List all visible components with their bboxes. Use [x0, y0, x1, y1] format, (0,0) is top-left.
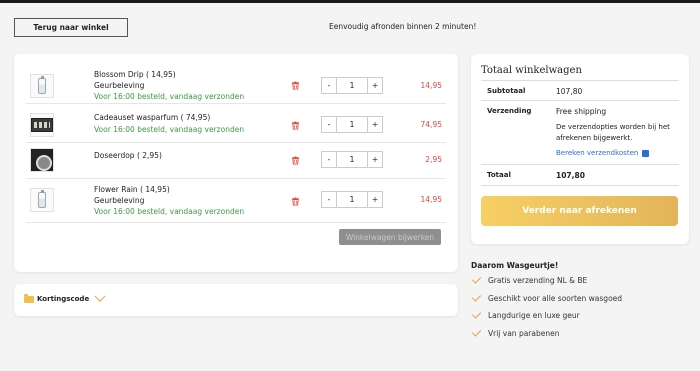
product-name[interactable]: Doseerdop ( 2,95) — [94, 151, 162, 160]
coupon-label: Kortingscode — [37, 295, 90, 303]
trash-icon[interactable] — [291, 156, 300, 165]
divider — [481, 80, 679, 81]
gift-set-icon — [31, 118, 53, 132]
qty-decrease-button[interactable]: - — [322, 152, 337, 167]
product-name[interactable]: Flower Rain ( 14,95) — [94, 185, 170, 194]
cart-item-row: Flower Rain ( 14,95) Geurbeleving Voor 1… — [26, 179, 446, 223]
shipping-notice: Voor 16:00 besteld, vandaag verzonden — [94, 207, 245, 216]
coupon-toggle[interactable]: Kortingscode — [24, 290, 106, 303]
benefits-title: Daarom Wasgeurtje! — [471, 261, 559, 270]
trash-icon[interactable] — [291, 121, 300, 130]
trash-icon[interactable] — [291, 81, 300, 90]
product-variant: Geurbeleving — [94, 196, 145, 205]
shipping-notice: Voor 16:00 besteld, vandaag verzonden — [94, 125, 245, 134]
shipping-label: Verzending — [487, 107, 532, 115]
benefit-text: Vrij van parabenen — [488, 329, 560, 338]
line-price: 74,95 — [420, 120, 442, 129]
checkout-button[interactable]: Verder naar afrekenen — [481, 196, 678, 226]
coupon-panel: Kortingscode — [14, 284, 458, 316]
benefit-item: Vrij van parabenen — [471, 327, 560, 338]
check-icon — [471, 274, 482, 284]
chevron-down-icon — [94, 290, 106, 302]
qty-increase-button[interactable]: + — [367, 152, 382, 167]
quantity-stepper: - 1 + — [321, 191, 383, 208]
qty-increase-button[interactable]: + — [367, 117, 382, 132]
totals-title: Totaal winkelwagen — [481, 65, 582, 76]
cart-item-row: Blossom Drip ( 14,95) Geurbeleving Voor … — [26, 68, 446, 104]
line-price: 2,95 — [425, 155, 442, 164]
qty-value[interactable]: 1 — [337, 78, 367, 93]
subtotal-label: Subtotaal — [487, 87, 526, 95]
product-variant: Geurbeleving — [94, 81, 145, 90]
book-icon — [642, 149, 650, 157]
update-cart-button[interactable]: Winkelwagen bijwerken — [339, 229, 441, 245]
qty-value[interactable]: 1 — [337, 152, 367, 167]
benefit-text: Langdurige en luxe geur — [488, 311, 580, 320]
product-thumbnail[interactable] — [30, 148, 54, 172]
divider — [481, 185, 679, 186]
trash-icon[interactable] — [291, 197, 300, 206]
calculate-shipping-label: Bereken verzendkosten — [556, 149, 639, 157]
product-thumbnail[interactable] — [30, 113, 54, 137]
quantity-stepper: - 1 + — [321, 151, 383, 168]
product-name[interactable]: Cadeauset wasparfum ( 74,95) — [94, 113, 210, 122]
check-icon — [471, 309, 482, 319]
qty-increase-button[interactable]: + — [367, 192, 382, 207]
cart-totals-panel: Totaal winkelwagen Subtotaal 107,80 Verz… — [471, 54, 689, 244]
shipping-value: Free shipping — [556, 107, 607, 116]
shipping-notice: Voor 16:00 besteld, vandaag verzonden — [94, 92, 245, 101]
benefit-text: Gratis verzending NL & BE — [488, 276, 588, 285]
subtotal-value: 107,80 — [556, 87, 583, 96]
cart-item-row: Doseerdop ( 2,95) - 1 + 2,95 — [26, 143, 446, 179]
benefit-item: Geschikt voor alle soorten wasgoed — [471, 292, 623, 303]
qty-decrease-button[interactable]: - — [322, 117, 337, 132]
divider — [481, 100, 679, 101]
qty-decrease-button[interactable]: - — [322, 78, 337, 93]
shipping-note: De verzendopties worden bij het afrekene… — [556, 123, 670, 142]
back-to-shop-button[interactable]: Terug naar winkel — [14, 18, 128, 37]
qty-value[interactable]: 1 — [337, 117, 367, 132]
line-price: 14,95 — [420, 81, 442, 90]
quantity-stepper: - 1 + — [321, 116, 383, 133]
folder-icon — [24, 293, 34, 303]
benefit-item: Langdurige en luxe geur — [471, 309, 580, 320]
check-icon — [471, 292, 482, 302]
cart-panel: Blossom Drip ( 14,95) Geurbeleving Voor … — [14, 54, 458, 272]
checkout-tagline: Eenvoudig afronden binnen 2 minuten! — [329, 22, 477, 31]
benefit-item: Gratis verzending NL & BE — [471, 274, 588, 285]
calculate-shipping-link[interactable]: Bereken verzendkosten — [556, 149, 650, 157]
top-bar — [0, 0, 700, 3]
perfume-bottle-icon — [38, 76, 46, 94]
total-value: 107,80 — [556, 171, 585, 180]
check-icon — [471, 327, 482, 337]
qty-decrease-button[interactable]: - — [322, 192, 337, 207]
perfume-bottle-icon — [38, 190, 46, 208]
qty-value[interactable]: 1 — [337, 192, 367, 207]
product-thumbnail[interactable] — [30, 188, 54, 212]
benefit-text: Geschikt voor alle soorten wasgoed — [488, 294, 623, 303]
line-price: 14,95 — [420, 195, 442, 204]
qty-increase-button[interactable]: + — [367, 78, 382, 93]
product-thumbnail[interactable] — [30, 74, 54, 98]
cart-item-row: Cadeauset wasparfum ( 74,95) Voor 16:00 … — [26, 107, 446, 143]
quantity-stepper: - 1 + — [321, 77, 383, 94]
product-name[interactable]: Blossom Drip ( 14,95) — [94, 70, 176, 79]
dosing-cap-icon — [31, 149, 53, 171]
divider — [481, 164, 679, 165]
total-label: Totaal — [487, 171, 511, 179]
